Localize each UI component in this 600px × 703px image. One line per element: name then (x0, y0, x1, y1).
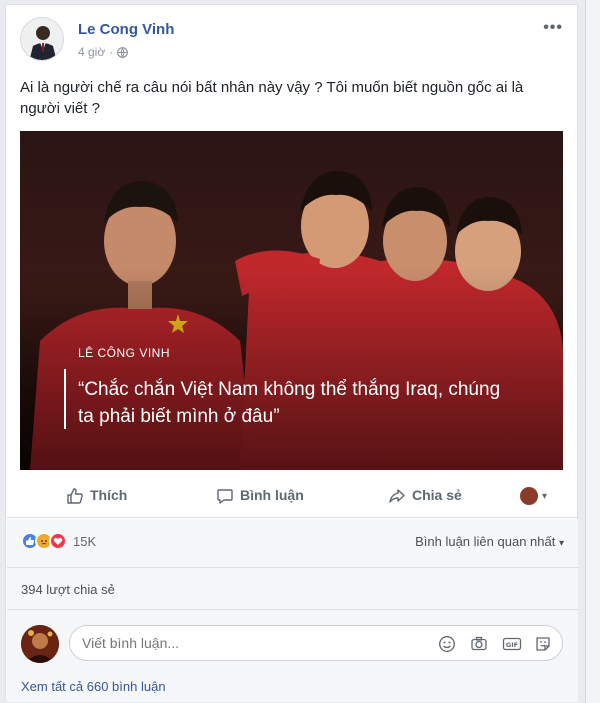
photo-quote: “Chắc chắn Việt Nam không thể thắng Iraq… (78, 379, 501, 427)
actions-divider (7, 517, 578, 518)
reaction-count: 15K (73, 533, 97, 549)
post-actions: Thích Bình luận Chia sẻ ▾ (20, 481, 565, 513)
author-name[interactable]: Le Cong Vinh (78, 21, 174, 38)
chevron-down-icon: ▾ (542, 490, 548, 502)
post-header: Le Cong Vinh 4 giờ · ••• (20, 15, 565, 65)
meta-separator: · (109, 45, 114, 59)
shares-divider (7, 609, 578, 610)
post-as-selector[interactable]: ▾ (520, 487, 547, 505)
post-time[interactable]: 4 giờ (78, 45, 105, 59)
camera-icon[interactable] (470, 635, 488, 651)
share-arrow-icon (388, 487, 406, 503)
comment-label: Bình luận (240, 487, 304, 503)
share-button[interactable]: Chia sẻ (388, 487, 462, 503)
svg-text:GIF: GIF (506, 641, 518, 649)
like-label: Thích (90, 487, 128, 503)
comment-button[interactable]: Bình luận (216, 487, 304, 504)
thumbs-up-icon (66, 487, 84, 504)
comment-composer: GIF (21, 623, 566, 663)
view-all-comments-link[interactable]: Xem tất cả 660 bình luận (21, 679, 166, 694)
smiley-icon[interactable] (438, 635, 456, 652)
post-footer: 15K Bình luận liên quan nhất ▾ 394 lượt … (7, 519, 578, 702)
more-options-button[interactable]: ••• (543, 19, 563, 37)
speech-bubble-icon (216, 487, 234, 504)
reactor-avatar (520, 487, 538, 505)
photo-caption-label: LÊ CÔNG VINH (78, 346, 171, 360)
gif-icon[interactable]: GIF (502, 635, 522, 651)
share-label: Chia sẻ (412, 487, 462, 503)
chevron-down-icon: ▾ (558, 538, 564, 549)
like-button[interactable]: Thích (66, 487, 128, 504)
post-photo[interactable]: LÊ CÔNG VINH “Chắc chắn Việt Nam không t… (20, 131, 563, 470)
right-scrollbar-gutter[interactable] (585, 0, 600, 703)
sticker-icon[interactable] (534, 635, 552, 651)
post-meta: 4 giờ · (78, 45, 129, 59)
love-reaction-icon (49, 532, 67, 550)
author-avatar[interactable] (20, 17, 64, 61)
post-card: Le Cong Vinh 4 giờ · ••• Ai là người chế… (5, 4, 578, 702)
share-count[interactable]: 394 lượt chia sẻ (21, 582, 115, 597)
globe-icon (117, 46, 129, 58)
current-user-avatar[interactable] (21, 625, 59, 663)
comment-sort-label: Bình luận liên quan nhất (415, 534, 556, 549)
caption-accent-bar (64, 369, 66, 429)
comment-sort-dropdown[interactable]: Bình luận liên quan nhất ▾ (415, 534, 564, 549)
post-text: Ai là người chế ra câu nói bất nhân này … (20, 79, 524, 117)
reaction-summary[interactable]: 15K (21, 532, 96, 550)
comment-input-tools: GIF (438, 635, 552, 652)
stats-divider (7, 567, 578, 568)
